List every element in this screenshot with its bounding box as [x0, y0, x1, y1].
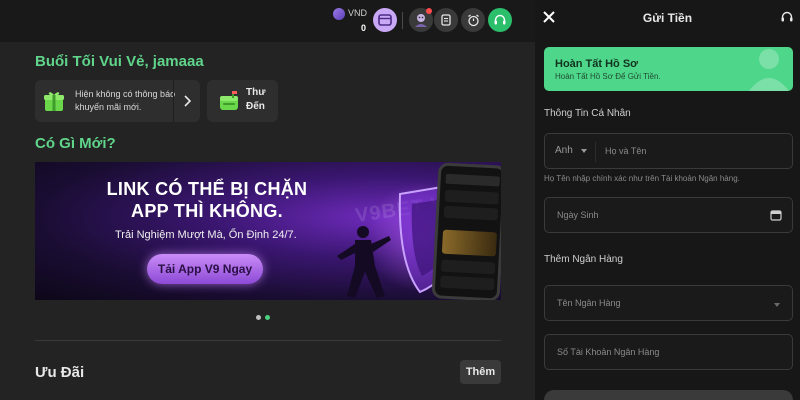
wallet-icon: [378, 14, 392, 26]
mailbox-card[interactable]: Thư Đến: [207, 80, 278, 122]
user-silhouette-icon: [749, 49, 789, 91]
promo-message: Hiện không có thông báo khuyến mãi mới.: [75, 89, 176, 112]
complete-profile-card[interactable]: Hoàn Tất Hồ Sơ Hoàn Tất Hồ Sơ Để Gửi Tiề…: [544, 47, 793, 91]
profile-avatar-button[interactable]: [409, 8, 433, 32]
phone-screen-header: [445, 173, 500, 187]
topbar-divider: [402, 12, 403, 29]
chevron-down-icon: [774, 303, 780, 307]
name-hint: Họ Tên nhập chính xác như trên Tài khoản…: [544, 174, 740, 183]
promo-notice-card[interactable]: Hiện không có thông báo khuyến mãi mới.: [35, 80, 200, 122]
greeting-heading: Buổi Tối Vui Vẻ, jamaaa: [35, 53, 204, 70]
title-select[interactable]: Anh: [555, 145, 573, 156]
gift-icon: [44, 92, 64, 111]
banner-headline: LINK CÓ THỂ BỊ CHẶN APP THÌ KHÔNG.: [106, 179, 308, 221]
add-bank-label: Thêm Ngân Hàng: [544, 254, 623, 265]
whats-new-heading: Có Gì Mới?: [35, 135, 116, 152]
mailbox-label: Thư Đến: [246, 87, 266, 112]
phone-screen-row: [440, 259, 496, 275]
chevron-right-icon: [184, 95, 191, 107]
currency-label: VND: [348, 8, 368, 18]
transactions-button[interactable]: [434, 8, 458, 32]
more-offers-button[interactable]: Thêm: [460, 360, 501, 384]
balance-value: 0: [361, 23, 367, 33]
carousel-dot-active[interactable]: [265, 315, 270, 320]
home-panel: VND 0 Buổi Tối Vui Vẻ, jamaaa Hiện không…: [0, 0, 535, 400]
reminders-button[interactable]: [461, 8, 485, 32]
phone-screen-row: [444, 189, 500, 205]
deposit-panel: Gửi Tiền Hoàn Tất Hồ Sơ Hoàn Tất Hồ Sơ Đ…: [535, 0, 800, 400]
offers-heading: Ưu Đãi: [35, 364, 85, 381]
mailbox-icon: [220, 91, 238, 110]
avatar-icon: [415, 14, 427, 27]
crypto-coin-icon: [333, 8, 345, 20]
document-icon: [441, 14, 451, 26]
phone-screen-card: [441, 229, 498, 257]
phone-screen-row: [440, 275, 495, 291]
calendar-icon[interactable]: [770, 209, 782, 221]
phone-screen-row: [443, 205, 499, 221]
banner-subline: Trải Nghiệm Mượt Mà, Ổn Định 24/7.: [115, 229, 297, 241]
account-number-placeholder: Số Tài Khoản Ngân Hàng: [557, 347, 660, 357]
fullname-field-group: Anh Họ và Tên: [544, 133, 793, 169]
account-number-input[interactable]: Số Tài Khoản Ngân Hàng: [544, 334, 793, 370]
top-bar: VND 0: [0, 0, 535, 42]
dob-placeholder: Ngày Sinh: [557, 210, 599, 220]
footballer-silhouette: [337, 226, 391, 298]
section-divider: [35, 340, 501, 341]
wallet-button[interactable]: [373, 8, 397, 32]
headset-icon: [494, 14, 506, 25]
fullname-input[interactable]: Họ và Tên: [605, 146, 646, 156]
chevron-down-icon: [581, 149, 587, 153]
submit-button[interactable]: [544, 390, 793, 400]
phone-mockup: [431, 162, 501, 300]
complete-profile-subtitle: Hoàn Tất Hồ Sơ Để Gửi Tiền.: [555, 72, 661, 81]
promo-banner[interactable]: V9BET V9 LINK CÓ THỂ BỊ CHẶN APP THÌ KHÔ…: [35, 162, 501, 300]
alarm-icon: [467, 14, 479, 26]
complete-profile-title: Hoàn Tất Hồ Sơ: [555, 58, 638, 70]
bank-name-placeholder: Tên Ngân Hàng: [557, 298, 621, 308]
notification-dot: [426, 8, 432, 14]
carousel-dot[interactable]: [256, 315, 261, 320]
headset-icon[interactable]: [780, 10, 794, 24]
dob-field[interactable]: Ngày Sinh: [544, 197, 793, 233]
bank-name-select[interactable]: Tên Ngân Hàng: [544, 285, 793, 321]
download-app-button[interactable]: Tải App V9 Ngay: [147, 254, 263, 284]
deposit-title: Gửi Tiền: [642, 11, 693, 25]
promo-open-button[interactable]: [173, 80, 200, 122]
personal-info-label: Thông Tin Cá Nhân: [544, 108, 631, 119]
balance-display[interactable]: VND 0: [333, 6, 369, 34]
support-button[interactable]: [488, 8, 512, 32]
field-divider: [595, 142, 596, 162]
